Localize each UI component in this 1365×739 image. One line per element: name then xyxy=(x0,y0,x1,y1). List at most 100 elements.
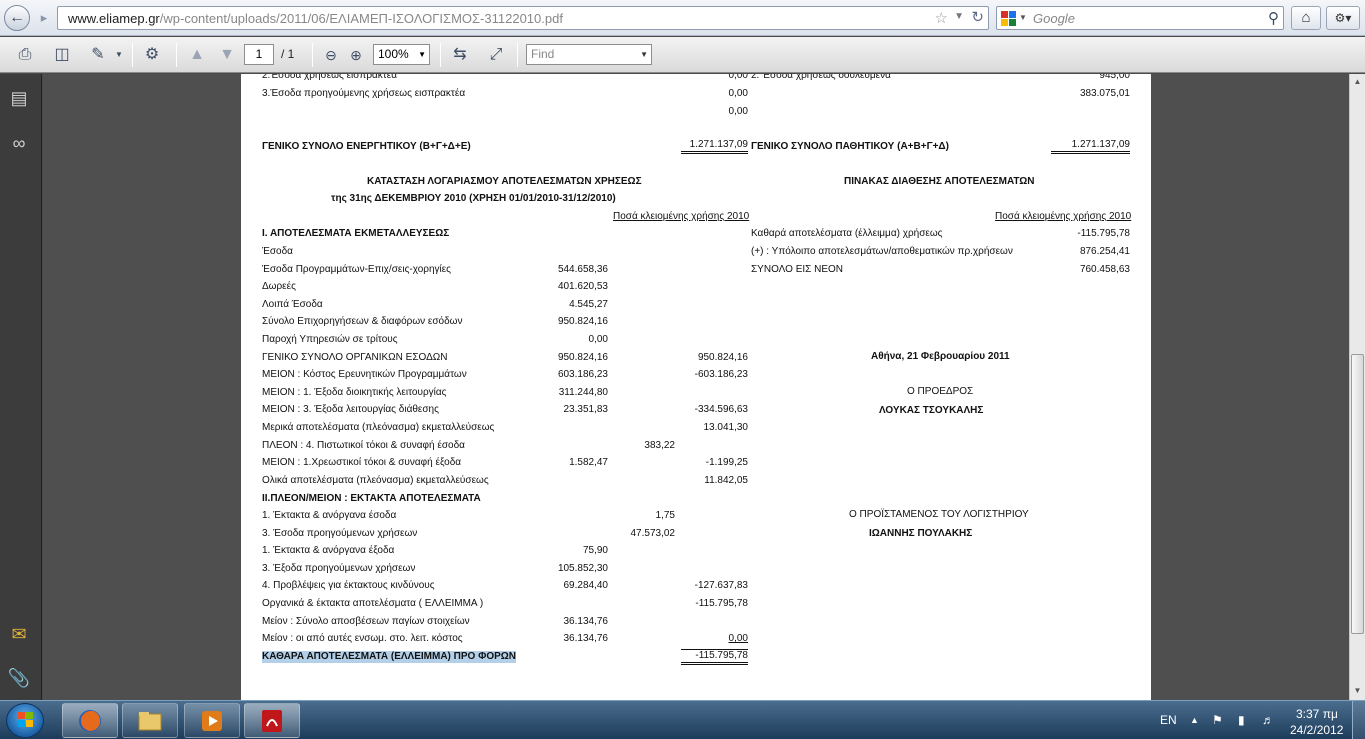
taskbar-acrobat[interactable] xyxy=(244,703,300,738)
net-result-value: -115.795,78 xyxy=(681,649,748,665)
row-value-col3: 13.041,30 xyxy=(703,422,749,433)
comments-icon[interactable]: ✉ xyxy=(7,622,31,646)
language-indicator[interactable]: EN xyxy=(1160,713,1177,727)
search-input[interactable]: Google xyxy=(1033,11,1075,26)
firefox-icon xyxy=(79,710,101,732)
home-button[interactable]: ⌂ xyxy=(1291,6,1321,30)
pages-icon[interactable]: ▤ xyxy=(7,86,31,110)
row-value-col1: 544.658,36 xyxy=(557,263,608,275)
row-label: 2. Έσοδα χρήσεως δουλευμένα xyxy=(751,74,891,81)
zoom-in-icon[interactable]: ⊕ xyxy=(345,44,367,66)
taskbar-explorer[interactable] xyxy=(122,703,178,738)
taskbar-media-player[interactable] xyxy=(184,703,240,738)
taskbar-firefox[interactable] xyxy=(62,703,118,738)
distribution-row-label: ΣΥΝΟΛΟ ΕΙΣ ΝΕΟΝ xyxy=(751,264,843,275)
search-bar[interactable]: ▼ Google ⚲ xyxy=(996,6,1284,30)
tools-menu-button[interactable]: ⚙▾ xyxy=(1326,6,1360,30)
row-label: ΜΕΙΟΝ : Κόστος Ερευνητικών Προγραμμάτων xyxy=(262,369,467,381)
row-value-col3: -603.186,23 xyxy=(694,369,748,381)
total-liabilities-label: ΓΕΝΙΚΟ ΣΥΝΟΛΟ ΠΑΘΗΤΙΚΟΥ (Α+Β+Γ+Δ) xyxy=(751,141,949,152)
previous-page-icon[interactable]: ▲ xyxy=(186,44,208,66)
row-value: 0,00 xyxy=(728,88,748,99)
clock-time[interactable]: 3:37 πμ xyxy=(1296,707,1338,721)
toolbar-separator xyxy=(440,43,441,67)
save-icon[interactable]: ◫ xyxy=(51,44,73,66)
action-center-icon[interactable]: ⚑ xyxy=(1212,713,1223,727)
find-input[interactable]: Find ▼ xyxy=(526,44,652,65)
share-icon[interactable]: ✎ xyxy=(87,44,109,66)
net-result-label: ΚΑΘΑΡΑ ΑΠΟΤΕΛΕΣΜΑΤΑ (ΕΛΛΕΙΜΜΑ) ΠΡΟ ΦΟΡΩΝ xyxy=(262,651,517,663)
row-value-col2: 1,75 xyxy=(655,510,675,521)
place-date: Αθήνα, 21 Φεβρουαρίου 2011 xyxy=(871,351,1010,362)
row-value-col3: -115.795,78 xyxy=(695,598,748,609)
row-label: Μείον : Σύνολο αποσβέσεων παγίων στοιχεί… xyxy=(262,615,470,627)
row-value-col1: 75,90 xyxy=(582,545,608,557)
row-value-col1: 23.351,83 xyxy=(563,404,609,416)
refresh-icon[interactable]: ↻ xyxy=(971,8,984,26)
total-assets-label: ΓΕΝΙΚΟ ΣΥΝΟΛΟ ΕΝΕΡΓΗΤΙΚΟΥ (Β+Γ+Δ+Ε) xyxy=(262,141,471,152)
row-value-col1: 105.852,30 xyxy=(557,562,608,574)
row-value: 0,00 xyxy=(728,106,748,117)
scroll-up-icon[interactable]: ▲ xyxy=(1350,74,1365,90)
distribution-row-value: 760.458,63 xyxy=(1079,264,1130,275)
attachments-icon[interactable]: 📎 xyxy=(7,666,31,690)
section-heading: Ι. ΑΠΟΤΕΛΕΣΜΑΤΑ ΕΚΜΕΤΑΛΛΕΥΣΕΩΣ xyxy=(262,228,450,239)
row-value-col1: 401.620,53 xyxy=(557,281,608,293)
search-icon[interactable]: ⚲ xyxy=(1268,9,1279,27)
row-label: Παροχή Υπηρεσιών σε τρίτους xyxy=(262,334,398,345)
column-header: Ποσά κλειομένης χρήσης 2010 xyxy=(995,211,1132,222)
pdf-page: 2.Έσοδα χρήσεως εισπρακτέα 0,00 2. Έσοδα… xyxy=(241,74,1151,700)
start-button[interactable] xyxy=(6,703,44,738)
zoom-dropdown-icon[interactable]: ▼ xyxy=(418,45,426,64)
scroll-down-icon[interactable]: ▼ xyxy=(1350,683,1365,699)
president-name: ΛΟΥΚΑΣ ΤΣΟΥΚΑΛΗΣ xyxy=(879,405,984,416)
clock-date[interactable]: 24/2/2012 xyxy=(1290,723,1343,737)
bookmark-star-icon[interactable]: ☆ xyxy=(935,9,948,27)
forward-button[interactable]: ▸ xyxy=(33,8,55,28)
row-value-col1: 1.582,47 xyxy=(569,457,608,469)
row-label: Έσοδα xyxy=(262,246,293,257)
row-value-col1: 603.186,23 xyxy=(557,369,608,381)
zoom-out-icon[interactable]: ⊖ xyxy=(320,44,342,66)
google-icon xyxy=(1001,11,1017,27)
binoculars-icon[interactable]: ∞ xyxy=(7,131,31,155)
row-value-col1: 69.284,40 xyxy=(563,580,609,592)
volume-icon[interactable]: ♬ xyxy=(1262,713,1274,727)
url-text: www.eliamep.gr/wp-content/uploads/2011/0… xyxy=(68,11,563,26)
row-value-col3: -1.199,25 xyxy=(705,457,748,469)
distribution-row-label: Καθαρά αποτελέσματα (έλλειμμα) χρήσεως xyxy=(751,228,943,239)
row-value: 945,00 xyxy=(1099,74,1130,81)
print-icon[interactable]: ⎙ xyxy=(14,44,36,66)
toolbar-separator xyxy=(517,43,518,67)
accounting-head-title: Ο ΠΡΟΪΣΤΑΜΕΝΟΣ ΤΟΥ ΛΟΓΙΣΤΗΡΙΟΥ xyxy=(849,509,1029,520)
total-liabilities-value: 1.271.137,09 xyxy=(1051,139,1130,154)
taskbar: EN ▲ ⚑ ▮ ♬ 3:37 πμ 24/2/2012 xyxy=(0,700,1365,739)
share-dropdown-icon[interactable]: ▼ xyxy=(108,44,130,66)
media-player-icon xyxy=(202,711,222,731)
row-value-col1: 950.824,16 xyxy=(557,351,608,363)
search-engine-dropdown-icon[interactable]: ▼ xyxy=(1019,13,1027,22)
distribution-row-value: 876.254,41 xyxy=(1079,246,1130,257)
row-label: Σύνολο Επιχορηγήσεων & διαφόρων εσόδων xyxy=(262,316,463,328)
find-dropdown-icon[interactable]: ▼ xyxy=(640,45,648,64)
network-icon[interactable]: ▮ xyxy=(1238,713,1245,727)
page-number-input[interactable]: 1 xyxy=(244,44,274,65)
row-label: 2.Έσοδα χρήσεως εισπρακτέα xyxy=(262,74,397,81)
show-desktop-button[interactable] xyxy=(1352,701,1365,739)
collaborate-icon[interactable]: ⚙ xyxy=(141,44,163,66)
vertical-scrollbar[interactable]: ▲ ▼ xyxy=(1349,74,1365,700)
scroll-thumb[interactable] xyxy=(1351,354,1364,634)
fit-page-icon[interactable]: ⤢ xyxy=(485,44,507,66)
browser-navbar: ← ▸ www.eliamep.gr/wp-content/uploads/20… xyxy=(0,0,1365,36)
acrobat-icon xyxy=(262,710,282,732)
address-bar[interactable]: www.eliamep.gr/wp-content/uploads/2011/0… xyxy=(57,6,989,30)
fit-width-icon[interactable]: ⇆ xyxy=(449,44,471,66)
show-hidden-icons-icon[interactable]: ▲ xyxy=(1190,715,1199,725)
row-label: ΠΛΕΟΝ : 4. Πιστωτικοί τόκοι & συναφή έσο… xyxy=(262,439,465,451)
row-label: ΜΕΙΟΝ : 1.Χρεωστικοί τόκοι & συναφή έξοδ… xyxy=(262,457,462,469)
back-button[interactable]: ← xyxy=(4,5,30,31)
next-page-icon[interactable]: ▼ xyxy=(216,44,238,66)
url-dropdown-icon[interactable]: ▼ xyxy=(954,11,964,22)
zoom-select[interactable]: 100% ▼ xyxy=(373,44,430,65)
row-label: 1. Έκτακτα & ανόργανα έξοδα xyxy=(262,545,395,557)
